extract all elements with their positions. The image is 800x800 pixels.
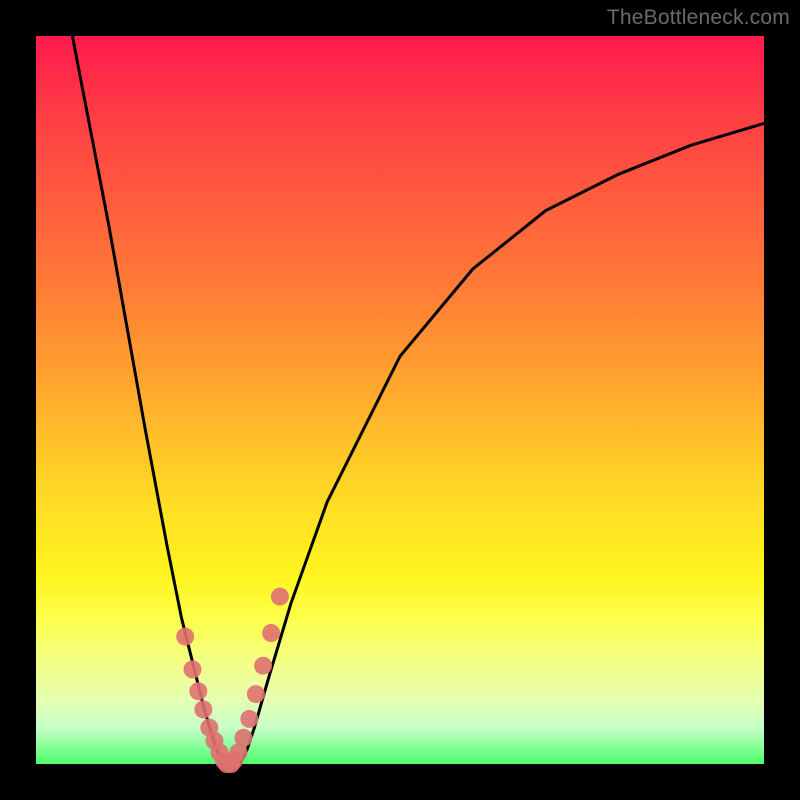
data-marker (184, 660, 202, 678)
curve-right (240, 123, 764, 764)
data-marker (271, 588, 289, 606)
watermark-label: TheBottleneck.com (607, 6, 790, 30)
curve-right-branch (240, 123, 764, 764)
data-marker (262, 624, 280, 642)
data-marker (222, 755, 240, 773)
curve-left (72, 36, 225, 764)
data-marker (189, 682, 207, 700)
curve-left-branch (72, 36, 225, 764)
data-marker (247, 685, 265, 703)
chart-plot-area (36, 36, 764, 764)
data-marker (254, 657, 272, 675)
data-marker (235, 729, 253, 747)
data-marker (240, 710, 258, 728)
markers-group (176, 588, 289, 773)
chart-frame: TheBottleneck.com (0, 0, 800, 800)
data-marker (194, 700, 212, 718)
chart-svg (36, 36, 764, 764)
data-marker (176, 628, 194, 646)
